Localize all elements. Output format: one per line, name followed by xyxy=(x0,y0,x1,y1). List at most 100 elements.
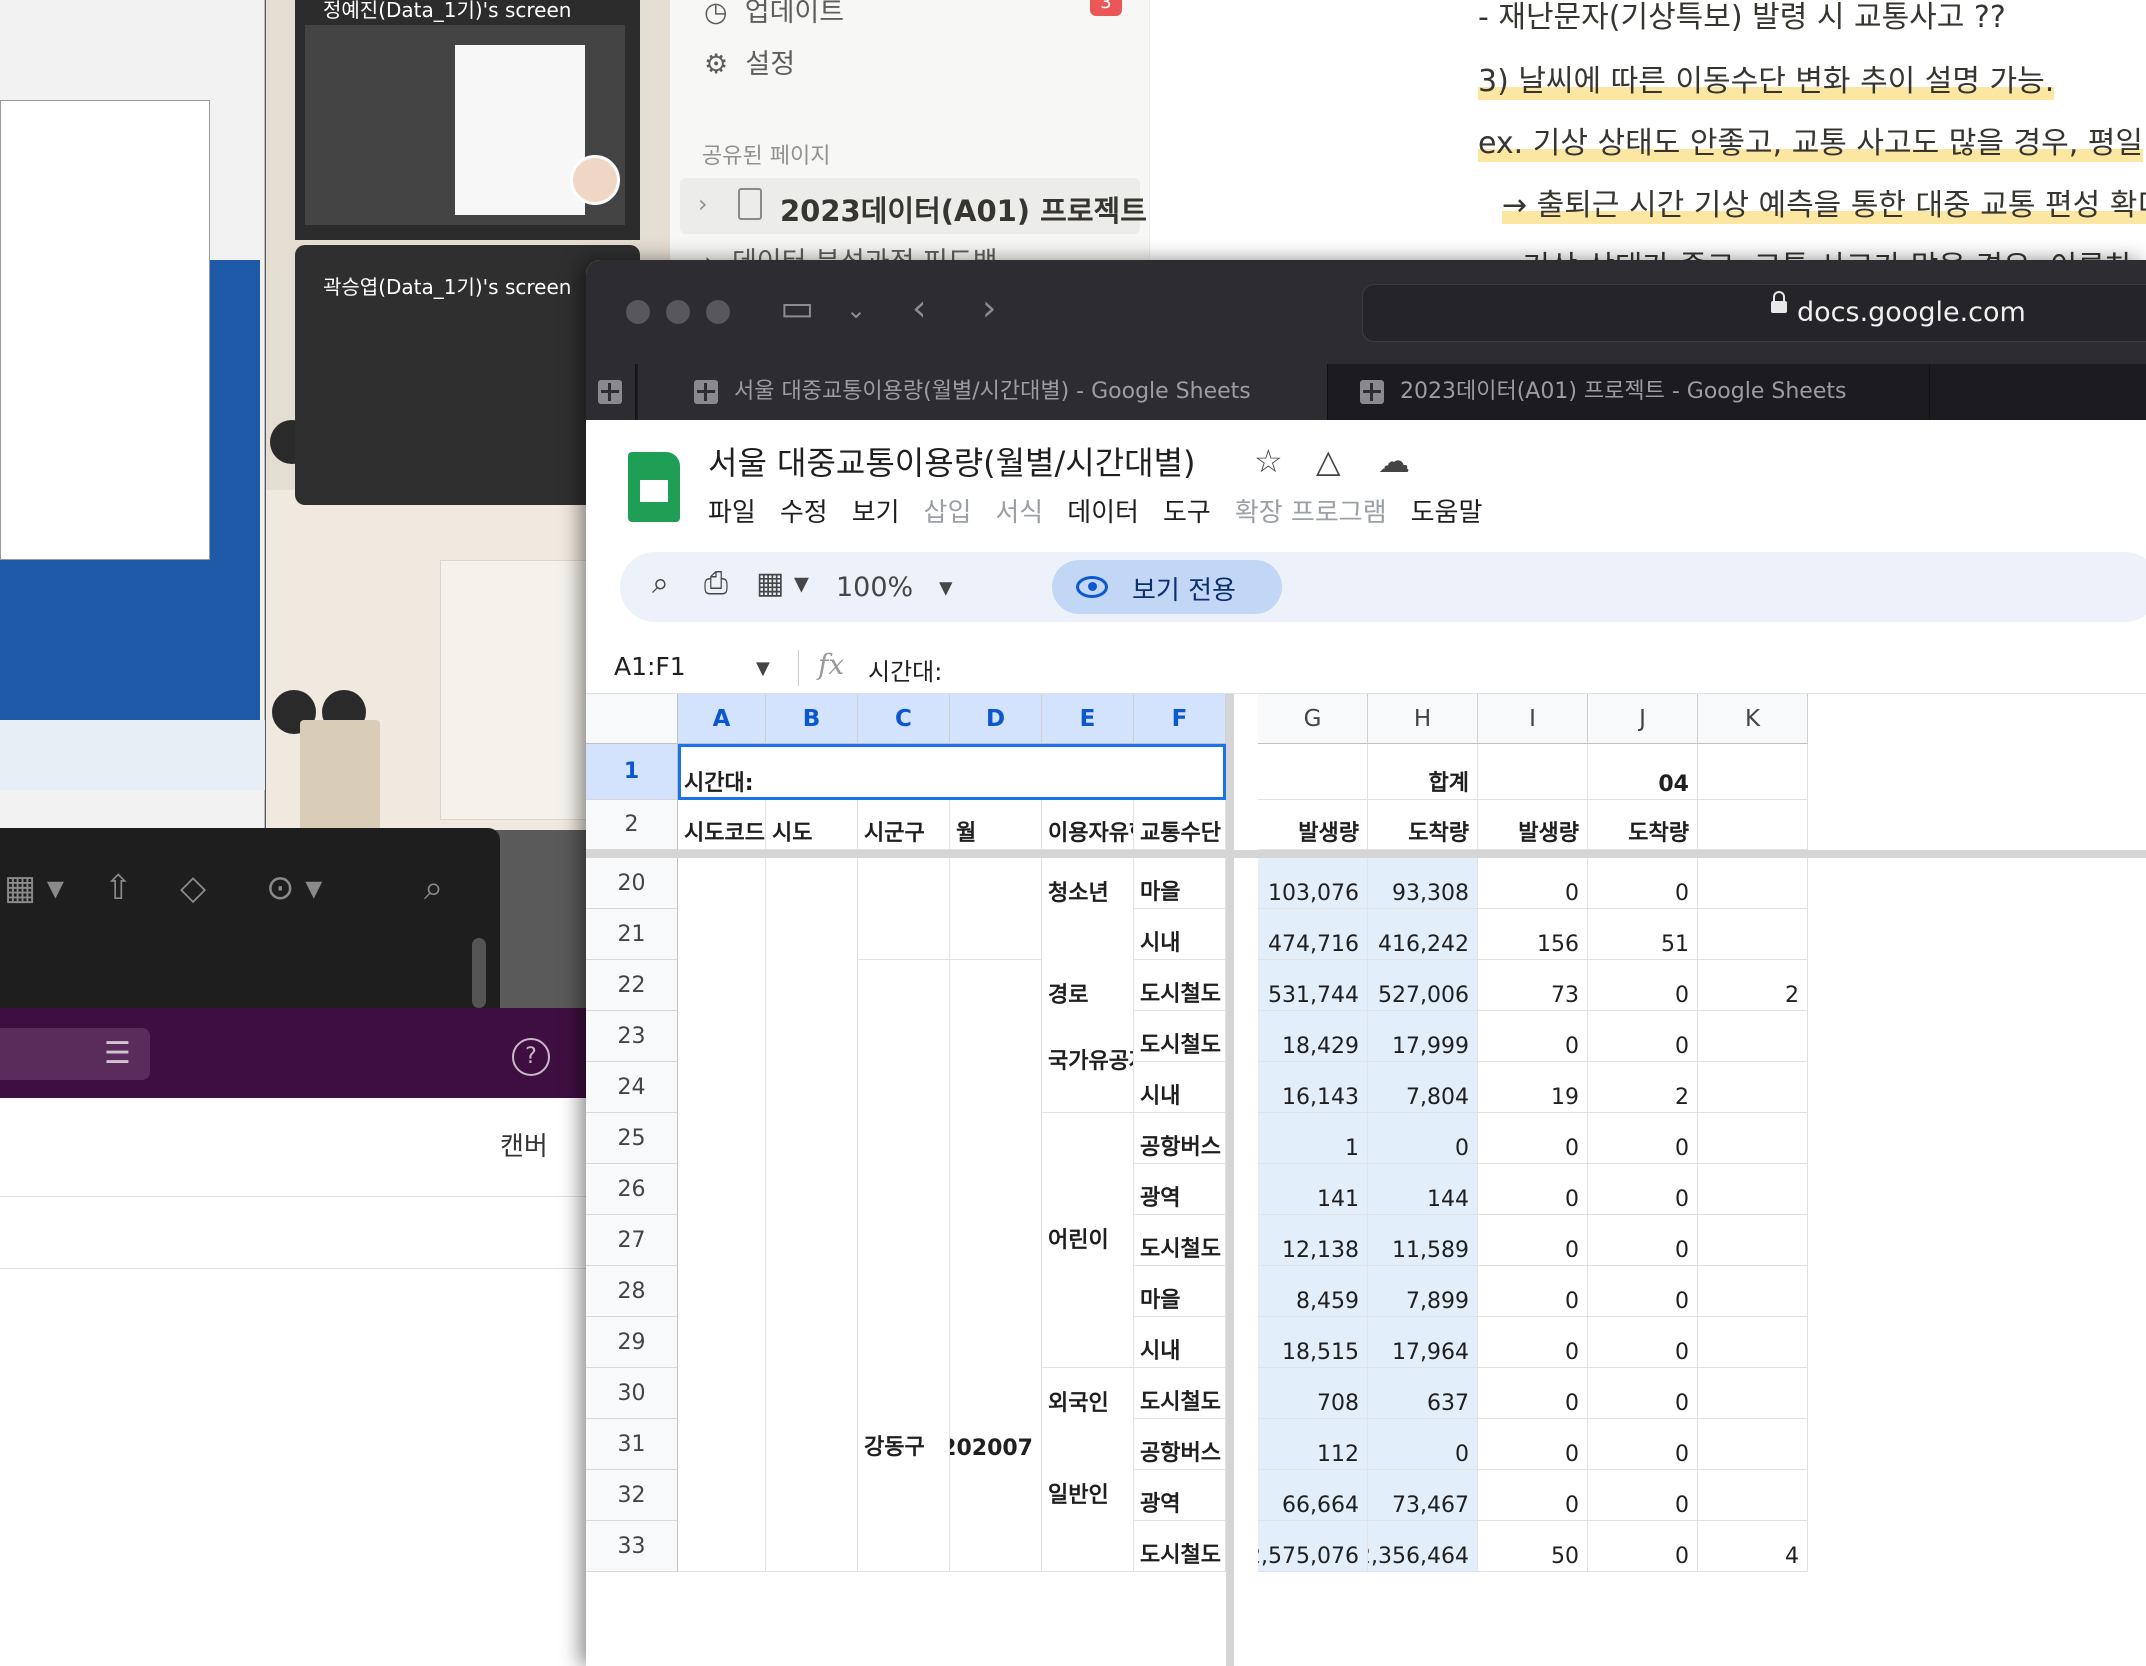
frozen-rows-divider[interactable] xyxy=(586,850,2146,858)
cell-i25[interactable]: 0 xyxy=(1478,1113,1588,1164)
cell-g31[interactable]: 112 xyxy=(1258,1419,1368,1470)
cell-f25[interactable]: 공항버스 xyxy=(1134,1113,1226,1164)
cell-i21[interactable]: 156 xyxy=(1478,909,1588,960)
cell-g32[interactable]: 66,664 xyxy=(1258,1470,1368,1521)
cell-k26[interactable] xyxy=(1698,1164,1808,1215)
cell-i20[interactable]: 0 xyxy=(1478,858,1588,909)
cell-h32[interactable]: 73,467 xyxy=(1368,1470,1478,1521)
cell-k32[interactable] xyxy=(1698,1470,1808,1521)
cell-e22[interactable]: 경로 xyxy=(1042,960,1134,1011)
menu-tools[interactable]: 도구 xyxy=(1163,492,1211,529)
chevron-down-icon[interactable]: ⌄ xyxy=(846,296,866,324)
merged-cell-c[interactable]: 강동구 xyxy=(858,960,950,1572)
column-header-a[interactable]: A xyxy=(678,694,766,744)
cell-h1[interactable]: 합계 xyxy=(1368,744,1478,800)
cell-j23[interactable]: 0 xyxy=(1588,1011,1698,1062)
sheets-logo-icon[interactable] xyxy=(628,452,680,522)
cell-i22[interactable]: 73 xyxy=(1478,960,1588,1011)
cell-g2[interactable]: 발생량 xyxy=(1258,800,1368,850)
merged-cell-general[interactable]: 일반인 xyxy=(1042,1419,1134,1572)
menu-edit[interactable]: 수정 xyxy=(780,492,828,529)
column-header-d[interactable]: D xyxy=(950,694,1042,744)
row-header-28[interactable]: 28 xyxy=(586,1266,678,1317)
zoom-select[interactable]: 100% ▾ xyxy=(836,572,953,603)
cell-h24[interactable]: 7,804 xyxy=(1368,1062,1478,1113)
row-header-1[interactable]: 1 xyxy=(586,744,678,800)
cell-k1[interactable] xyxy=(1698,744,1808,800)
cell-j2[interactable]: 도착량 xyxy=(1588,800,1698,850)
cell-j32[interactable]: 0 xyxy=(1588,1470,1698,1521)
back-icon[interactable]: ‹ xyxy=(912,288,926,329)
cell-g27[interactable]: 12,138 xyxy=(1258,1215,1368,1266)
menu-file[interactable]: 파일 xyxy=(708,492,756,529)
merged-cell-national-merit[interactable]: 국가유공자 xyxy=(1042,1011,1134,1113)
cell-k21[interactable] xyxy=(1698,909,1808,960)
cloud-status-icon[interactable]: ☁ xyxy=(1378,442,1410,480)
cell-i23[interactable]: 0 xyxy=(1478,1011,1588,1062)
cell-h30[interactable]: 637 xyxy=(1368,1368,1478,1419)
cell-j27[interactable]: 0 xyxy=(1588,1215,1698,1266)
share-icon[interactable]: ⇧ xyxy=(104,868,133,908)
cell-k29[interactable] xyxy=(1698,1317,1808,1368)
cell-k30[interactable] xyxy=(1698,1368,1808,1419)
cell-f22[interactable]: 도시철도 xyxy=(1134,960,1226,1011)
cell-j31[interactable]: 0 xyxy=(1588,1419,1698,1470)
column-header-i[interactable]: I xyxy=(1478,694,1588,744)
more-options-icon[interactable]: ⊙ ▾ xyxy=(266,868,322,908)
cell-g23[interactable]: 18,429 xyxy=(1258,1011,1368,1062)
cell-e30[interactable]: 외국인 xyxy=(1042,1368,1134,1419)
video-tile-screen-share[interactable]: 정예진(Data_1기)'s screen xyxy=(295,0,640,240)
spreadsheet-grid[interactable]: ABCDEFGHIJK1시간대:합계042시도코드시도시군구월이용자유형교통수단… xyxy=(586,694,2146,1666)
name-box[interactable]: A1:F1 xyxy=(614,652,686,681)
address-bar[interactable]: docs.google.com xyxy=(1362,284,2146,342)
frozen-columns-divider[interactable] xyxy=(1226,694,1234,1666)
column-header-e[interactable]: E xyxy=(1042,694,1134,744)
cell-h28[interactable]: 7,899 xyxy=(1368,1266,1478,1317)
cell-h2[interactable]: 도착량 xyxy=(1368,800,1478,850)
cell-i30[interactable]: 0 xyxy=(1478,1368,1588,1419)
cell-h20[interactable]: 93,308 xyxy=(1368,858,1478,909)
row-header-29[interactable]: 29 xyxy=(586,1317,678,1368)
merged-cell-b[interactable] xyxy=(766,858,858,1572)
menu-view[interactable]: 보기 xyxy=(852,492,900,529)
tab-sheet-seoul-transit[interactable]: 서울 대중교통이용량(월별/시간대별) - Google Sheets xyxy=(638,364,1328,420)
cell-h23[interactable]: 17,999 xyxy=(1368,1011,1478,1062)
tag-icon[interactable]: ◇ xyxy=(180,868,206,908)
cell-d2[interactable]: 월 xyxy=(950,800,1042,850)
merged-cell-a[interactable] xyxy=(678,858,766,1572)
menu-format[interactable]: 서식 xyxy=(995,492,1043,529)
cell-j30[interactable]: 0 xyxy=(1588,1368,1698,1419)
cell-j33[interactable]: 0 xyxy=(1588,1521,1698,1572)
forward-icon[interactable]: › xyxy=(982,288,996,329)
cell-c2[interactable]: 시군구 xyxy=(858,800,950,850)
cell-i32[interactable]: 0 xyxy=(1478,1470,1588,1521)
row-header-24[interactable]: 24 xyxy=(586,1062,678,1113)
row-header-21[interactable]: 21 xyxy=(586,909,678,960)
cell-f31[interactable]: 공항버스 xyxy=(1134,1419,1226,1470)
row-header-26[interactable]: 26 xyxy=(586,1164,678,1215)
column-header-c[interactable]: C xyxy=(858,694,950,744)
cell-j22[interactable]: 0 xyxy=(1588,960,1698,1011)
cell-f28[interactable]: 마을 xyxy=(1134,1266,1226,1317)
cell-g21[interactable]: 474,716 xyxy=(1258,909,1368,960)
cell-k24[interactable] xyxy=(1698,1062,1808,1113)
cell-f33[interactable]: 도시철도 xyxy=(1134,1521,1226,1572)
cell-h25[interactable]: 0 xyxy=(1368,1113,1478,1164)
cell-j1[interactable]: 04 xyxy=(1588,744,1698,800)
cell-g22[interactable]: 531,744 xyxy=(1258,960,1368,1011)
cell-f23[interactable]: 도시철도 xyxy=(1134,1011,1226,1062)
cell-j20[interactable]: 0 xyxy=(1588,858,1698,909)
search-icon[interactable]: ⌕ xyxy=(652,566,669,601)
row-header-22[interactable]: 22 xyxy=(586,960,678,1011)
cell-e21[interactable] xyxy=(1042,909,1134,960)
sidebar-toggle-icon[interactable]: ▭ xyxy=(780,288,814,329)
formula-input[interactable]: 시간대: xyxy=(868,652,942,687)
cell-a1[interactable]: 시간대: xyxy=(678,744,1226,800)
row-header-20[interactable]: 20 xyxy=(586,858,678,909)
cell-k2[interactable] xyxy=(1698,800,1808,850)
cell-j26[interactable]: 0 xyxy=(1588,1164,1698,1215)
column-header-j[interactable]: J xyxy=(1588,694,1698,744)
cell-g26[interactable]: 141 xyxy=(1258,1164,1368,1215)
window-close-button[interactable] xyxy=(626,300,650,324)
merged-cell-d[interactable]: 202007 xyxy=(950,960,1042,1572)
